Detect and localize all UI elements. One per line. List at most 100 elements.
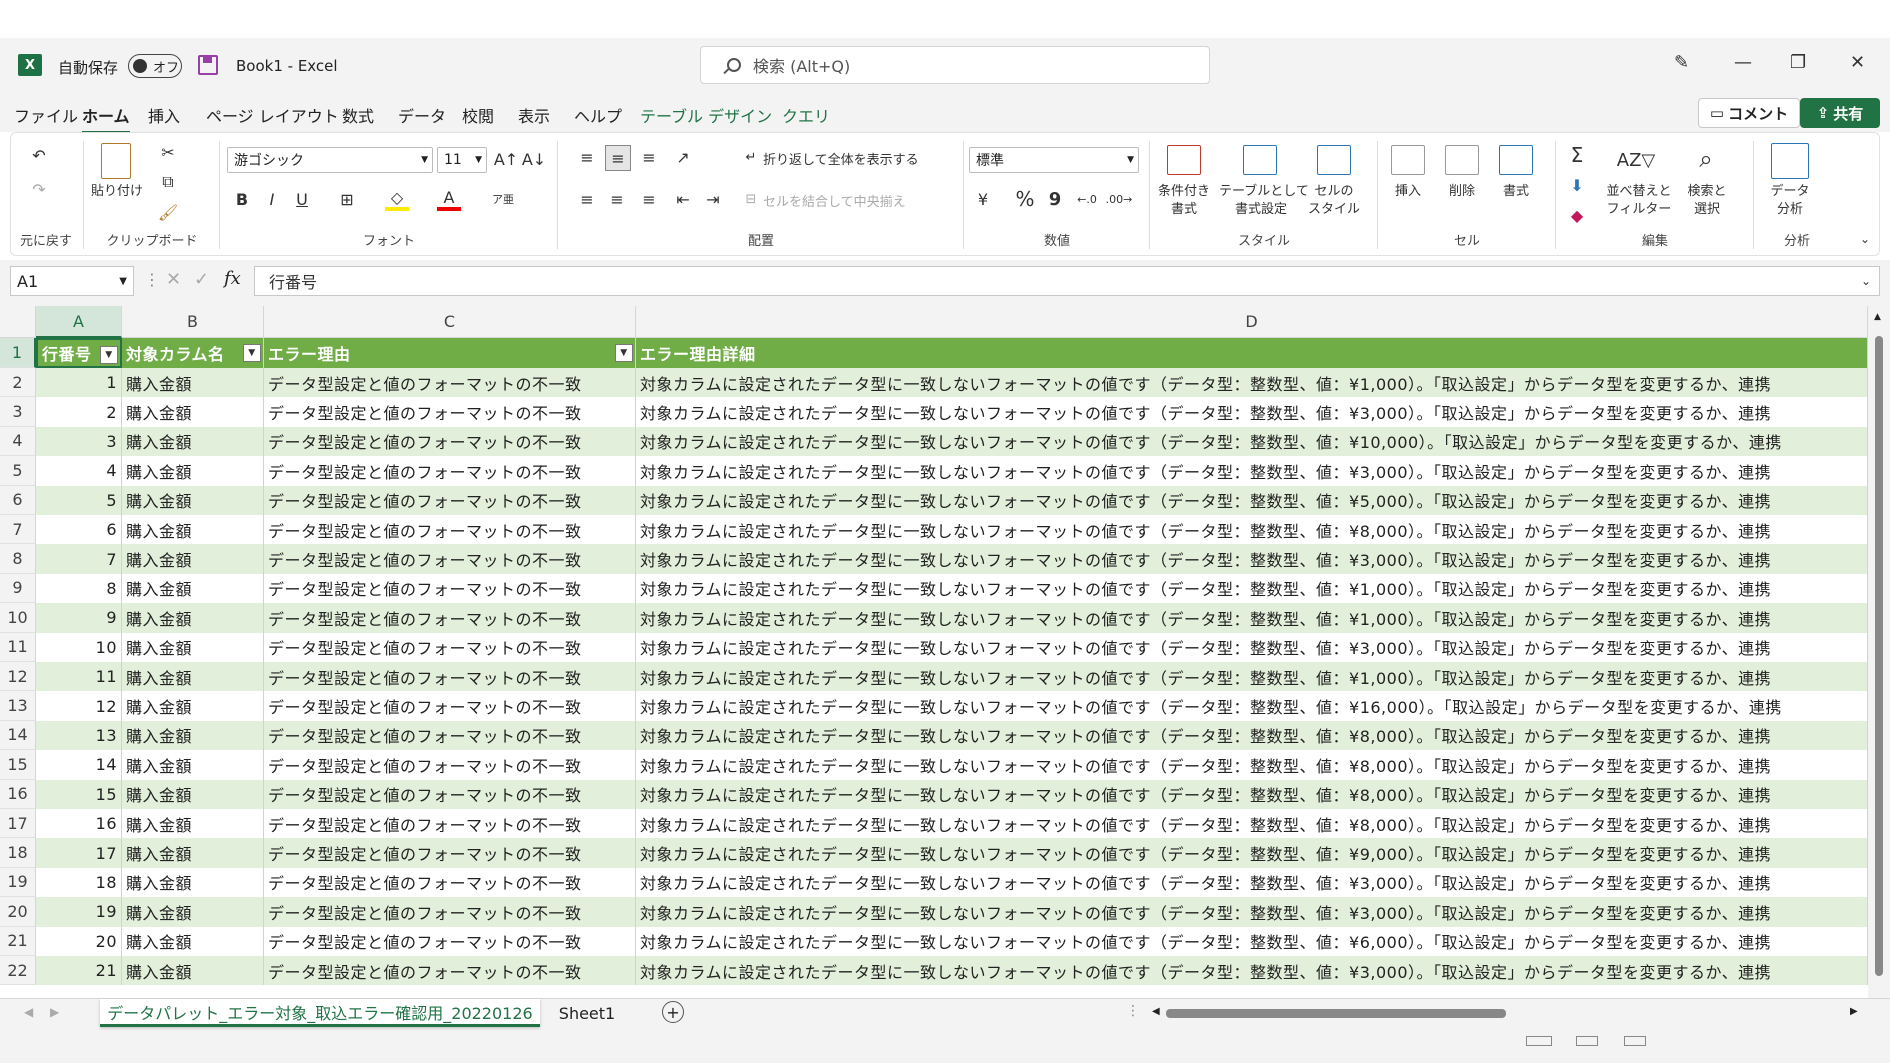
table-cell[interactable]: 対象カラムに設定されたデータ型に一致しないフォーマットの値です（データ型：整数型…	[636, 867, 1868, 898]
borders-icon[interactable]: ⊞	[335, 187, 359, 211]
increase-indent-icon[interactable]: ⇥	[701, 187, 725, 211]
table-cell[interactable]: 対象カラムに設定されたデータ型に一致しないフォーマットの値です（データ型：整数型…	[636, 426, 1868, 457]
horizontal-scroll-thumb[interactable]	[1166, 1009, 1506, 1018]
table-cell[interactable]: データ型設定と値のフォーマットの不一致	[264, 779, 636, 809]
align-right-icon[interactable]: ≡	[637, 187, 661, 211]
underline-button[interactable]: U	[291, 187, 313, 211]
scroll-left-icon[interactable]: ◀	[1152, 1006, 1160, 1017]
increase-decimal-icon[interactable]: ←.0	[1073, 187, 1101, 211]
tab-help[interactable]: ヘルプ	[574, 103, 622, 127]
analyze-data-icon[interactable]	[1771, 143, 1809, 179]
table-cell[interactable]: 2	[36, 397, 122, 427]
filter-dropdown-icon[interactable]: ▼	[615, 344, 633, 362]
percent-button[interactable]: %	[1013, 187, 1037, 211]
column-header-d[interactable]: D	[636, 306, 1868, 338]
table-cell[interactable]: 購入金額	[122, 838, 264, 868]
table-cell[interactable]: 購入金額	[122, 662, 264, 692]
align-bottom-icon[interactable]: ≡	[637, 145, 661, 169]
table-cell[interactable]: 対象カラムに設定されたデータ型に一致しないフォーマットの値です（データ型：整数型…	[636, 515, 1868, 545]
row-header[interactable]: 15	[0, 750, 36, 780]
clear-icon[interactable]: ◆	[1565, 203, 1589, 227]
table-cell[interactable]: 対象カラムに設定されたデータ型に一致しないフォーマットの値です（データ型：整数型…	[636, 603, 1868, 633]
align-left-icon[interactable]: ≡	[575, 187, 599, 211]
align-top-icon[interactable]: ≡	[575, 145, 599, 169]
pen-icon[interactable]: ✎	[1674, 52, 1689, 73]
row-header[interactable]: 10	[0, 603, 36, 633]
sort-filter-button[interactable]: 並べ替えと フィルター	[1603, 183, 1675, 219]
row-header[interactable]: 22	[0, 956, 36, 986]
row-header[interactable]: 14	[0, 720, 36, 751]
sheet-tab-sheet1[interactable]: Sheet1	[544, 999, 630, 1027]
table-cell[interactable]: 対象カラムに設定されたデータ型に一致しないフォーマットの値です（データ型：整数型…	[636, 720, 1868, 751]
restore-button[interactable]: ❐	[1790, 52, 1806, 73]
table-cell[interactable]: データ型設定と値のフォーマットの不一致	[264, 897, 636, 927]
align-center-icon[interactable]: ≡	[605, 187, 629, 211]
copy-icon[interactable]: ⧉	[157, 171, 179, 193]
font-size-select[interactable]: 11 ▼	[437, 147, 487, 173]
comment-button[interactable]: ▭ コメント	[1698, 98, 1800, 128]
row-header[interactable]: 19	[0, 867, 36, 898]
vertical-scrollbar[interactable]: ▲	[1868, 306, 1890, 998]
page-layout-view-icon[interactable]	[1576, 1036, 1598, 1046]
row-header[interactable]: 8	[0, 544, 36, 574]
table-cell[interactable]: 購入金額	[122, 720, 264, 751]
font-name-select[interactable]: 游ゴシック ▼	[227, 147, 433, 173]
format-as-table-icon[interactable]	[1243, 145, 1277, 175]
fill-color-icon[interactable]: ◇	[385, 187, 409, 211]
row-header[interactable]: 7	[0, 515, 36, 545]
table-cell[interactable]: 19	[36, 897, 122, 927]
wrap-text-icon[interactable]: ↵	[741, 147, 761, 167]
table-cell[interactable]: 3	[36, 426, 122, 457]
font-color-icon[interactable]: A	[437, 187, 461, 211]
table-cell[interactable]: 購入金額	[122, 426, 264, 457]
row-header[interactable]: 2	[0, 368, 36, 398]
table-cell[interactable]: 購入金額	[122, 603, 264, 633]
orientation-icon[interactable]: ↗	[671, 145, 695, 169]
table-cell[interactable]: 対象カラムに設定されたデータ型に一致しないフォーマットの値です（データ型：整数型…	[636, 456, 1868, 486]
expand-formula-icon[interactable]: ⌄	[1861, 274, 1871, 288]
table-cell[interactable]: 購入金額	[122, 867, 264, 898]
row-header[interactable]: 13	[0, 691, 36, 721]
delete-cells-button[interactable]: 削除	[1435, 183, 1489, 201]
table-header-cell[interactable]: エラー理由 ▼	[264, 338, 636, 368]
prev-sheet-icon[interactable]: ◀	[24, 1005, 33, 1019]
normal-view-icon[interactable]	[1526, 1036, 1552, 1046]
table-cell[interactable]: 対象カラムに設定されたデータ型に一致しないフォーマットの値です（データ型：整数型…	[636, 750, 1868, 780]
table-cell[interactable]: 6	[36, 515, 122, 545]
undo-icon[interactable]: ↶	[27, 143, 51, 167]
table-cell[interactable]: 購入金額	[122, 779, 264, 809]
select-all-corner[interactable]	[0, 306, 36, 338]
tab-insert[interactable]: 挿入	[148, 103, 180, 127]
shrink-font-icon[interactable]: A↓	[522, 147, 546, 171]
table-cell[interactable]: 20	[36, 926, 122, 956]
table-cell[interactable]: 購入金額	[122, 485, 264, 515]
table-cell[interactable]: データ型設定と値のフォーマットの不一致	[264, 426, 636, 457]
table-cell[interactable]: データ型設定と値のフォーマットの不一致	[264, 662, 636, 692]
table-cell[interactable]: 購入金額	[122, 368, 264, 398]
insert-cells-button[interactable]: 挿入	[1381, 183, 1435, 201]
format-cells-icon[interactable]	[1499, 145, 1533, 175]
bold-button[interactable]: B	[231, 187, 253, 211]
table-cell[interactable]: 購入金額	[122, 544, 264, 574]
cell-styles-icon[interactable]	[1317, 145, 1351, 175]
table-cell[interactable]: 購入金額	[122, 691, 264, 721]
table-cell[interactable]: データ型設定と値のフォーマットの不一致	[264, 956, 636, 986]
table-cell[interactable]: 18	[36, 867, 122, 898]
table-cell[interactable]: 対象カラムに設定されたデータ型に一致しないフォーマットの値です（データ型：整数型…	[636, 897, 1868, 927]
table-cell[interactable]: 対象カラムに設定されたデータ型に一致しないフォーマットの値です（データ型：整数型…	[636, 809, 1868, 839]
paste-icon[interactable]	[101, 143, 131, 179]
table-cell[interactable]: データ型設定と値のフォーマットの不一致	[264, 368, 636, 398]
name-box[interactable]: A1 ▼	[10, 266, 134, 296]
table-cell[interactable]: 購入金額	[122, 926, 264, 956]
table-cell[interactable]: 13	[36, 720, 122, 751]
find-select-icon[interactable]: ⌕	[1689, 143, 1723, 175]
number-format-select[interactable]: 標準 ▼	[969, 147, 1139, 173]
filter-dropdown-icon[interactable]: ▼	[100, 346, 118, 364]
table-cell[interactable]: データ型設定と値のフォーマットの不一致	[264, 544, 636, 574]
table-cell[interactable]: 購入金額	[122, 397, 264, 427]
tab-file[interactable]: ファイル	[14, 103, 78, 127]
table-cell[interactable]: 対象カラムに設定されたデータ型に一致しないフォーマットの値です（データ型：整数型…	[636, 397, 1868, 427]
analyze-data-button[interactable]: データ 分析	[1757, 183, 1823, 219]
tab-page-layout[interactable]: ページ レイアウト	[206, 103, 339, 127]
next-sheet-icon[interactable]: ▶	[50, 1005, 59, 1019]
